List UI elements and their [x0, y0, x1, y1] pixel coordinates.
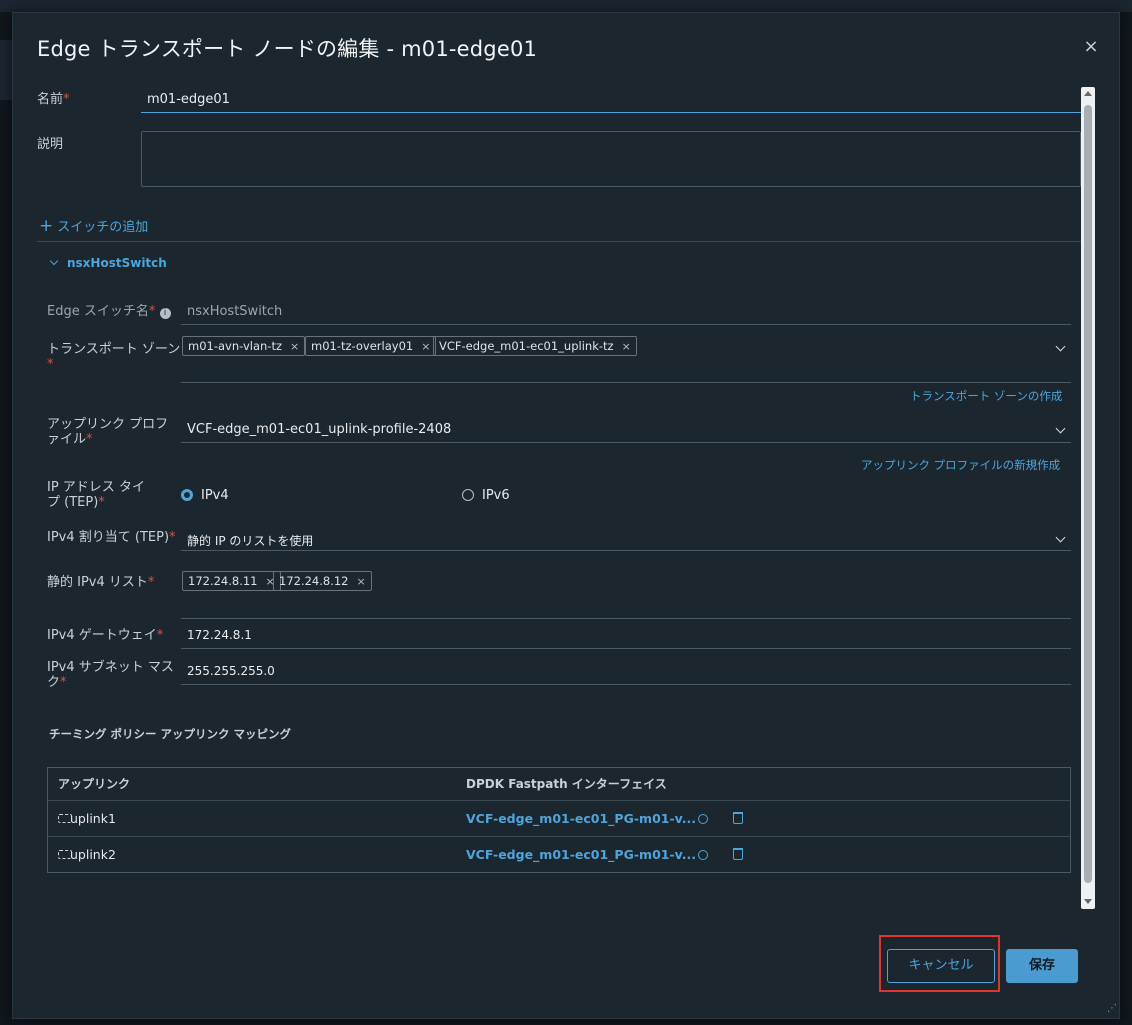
ipv4-subnet-mask-label: IPv4 サブネット マス ク* [47, 660, 174, 690]
ipv4-subnet-mask-input[interactable]: 255.255.255.0 [181, 661, 1071, 685]
trash-icon[interactable] [733, 812, 743, 824]
scroll-down-arrow-icon[interactable] [1084, 899, 1092, 904]
scrollbar-thumb[interactable] [1084, 105, 1092, 883]
resize-grip-icon[interactable]: ⋰ [1107, 1003, 1117, 1014]
ipv4-assignment-label: IPv4 割り当て (TEP)* [47, 530, 176, 545]
column-header-uplink: アップリンク [58, 777, 131, 791]
transport-zone-label: トランスポート ゾーン * [47, 342, 181, 372]
remove-tag-icon[interactable]: × [421, 340, 430, 353]
interface-link[interactable]: VCF-edge_m01-ec01_PG-m01-v... [466, 811, 696, 826]
scroll-up-arrow-icon[interactable] [1084, 91, 1092, 96]
ip-type-label: IP アドレス タイプ (TEP)* [47, 480, 145, 510]
edit-edge-node-dialog: Edge トランスポート ノードの編集 - m01-edge01 × 名前* m… [12, 12, 1120, 1019]
uplink-profile-label: アップリンク プロフ ァイル* [47, 417, 169, 447]
ipv4-subnet-mask-value: 255.255.255.0 [187, 664, 275, 678]
create-transport-zone-link[interactable]: トランスポート ゾーンの作成 [910, 388, 1062, 404]
name-input-value: m01-edge01 [147, 92, 230, 107]
description-textarea[interactable] [141, 131, 1081, 187]
ipv4-gateway-input[interactable]: 172.24.8.1 [181, 625, 1071, 649]
uplink-name: uplink2 [70, 847, 116, 862]
close-icon[interactable]: × [1083, 38, 1099, 56]
add-switch-link[interactable]: + スイッチの追加 [39, 216, 148, 236]
ipv4-radio-label: IPv4 [201, 488, 229, 503]
edge-switch-name-label: Edge スイッチ名* i [47, 304, 171, 319]
edge-switch-name-value: nsxHostSwitch [187, 304, 283, 319]
info-icon[interactable]: i [159, 308, 171, 319]
cancel-button[interactable]: キャンセル [887, 949, 995, 983]
description-label: 説明 [37, 137, 64, 152]
teaming-table: アップリンク DPDK Fastpath インターフェイス uplink1 VC… [47, 767, 1071, 873]
save-button[interactable]: 保存 [1006, 949, 1078, 983]
ipv4-radio[interactable] [181, 489, 193, 501]
uplink-profile-value: VCF-edge_m01-ec01_uplink-profile-2408 [187, 422, 452, 437]
column-header-interface: DPDK Fastpath インターフェイス [466, 777, 667, 791]
uplink-profile-select[interactable]: VCF-edge_m01-ec01_uplink-profile-2408 [181, 419, 1071, 443]
table-row: uplink2 VCF-edge_m01-ec01_PG-m01-v... [48, 836, 1070, 872]
remove-tag-icon[interactable]: × [622, 340, 631, 353]
background-toolbar [0, 0, 1132, 12]
remove-tag-icon[interactable]: × [357, 575, 366, 588]
ipv4-gateway-label: IPv4 ゲートウェイ* [47, 628, 164, 643]
dialog-title: Edge トランスポート ノードの編集 - m01-edge01 [37, 37, 538, 61]
transport-zone-tag: m01-avn-vlan-tz × [182, 336, 306, 356]
info-icon[interactable] [698, 814, 708, 824]
name-label: 名前* [37, 92, 70, 107]
section-divider [37, 241, 1081, 242]
chevron-down-icon[interactable] [49, 256, 59, 266]
name-input[interactable]: m01-edge01 [141, 89, 1081, 113]
ipv4-assignment-select[interactable]: 静的 IP のリストを使用 [181, 527, 1071, 551]
info-icon[interactable] [698, 850, 708, 860]
ipv6-radio[interactable] [462, 489, 474, 501]
ipv6-radio-label: IPv6 [482, 488, 510, 503]
table-row: uplink1 VCF-edge_m01-ec01_PG-m01-v... [48, 800, 1070, 836]
teaming-section-title: チーミング ポリシー アップリンク マッピング [49, 727, 292, 741]
create-uplink-profile-link[interactable]: アップリンク プロファイルの新規作成 [861, 457, 1060, 473]
ip-tag: 172.24.8.12 × [273, 571, 372, 591]
ip-tag: 172.24.8.11 × [182, 571, 281, 591]
trash-icon[interactable] [733, 848, 743, 860]
transport-zone-tag: m01-tz-overlay01 × [305, 336, 437, 356]
ipv4-assignment-value: 静的 IP のリストを使用 [187, 534, 314, 548]
uplink-name: uplink1 [70, 811, 116, 826]
ipv4-gateway-value: 172.24.8.1 [187, 628, 252, 642]
static-ipv4-list-label: 静的 IPv4 リスト* [47, 575, 155, 590]
edge-switch-name-field: nsxHostSwitch [181, 301, 1071, 325]
plus-icon: + [39, 216, 54, 236]
interface-link[interactable]: VCF-edge_m01-ec01_PG-m01-v... [466, 847, 696, 862]
remove-tag-icon[interactable]: × [290, 340, 299, 353]
transport-zone-tag: VCF-edge_m01-ec01_uplink-tz × [433, 336, 637, 356]
switch-section-toggle[interactable]: nsxHostSwitch [67, 256, 167, 270]
